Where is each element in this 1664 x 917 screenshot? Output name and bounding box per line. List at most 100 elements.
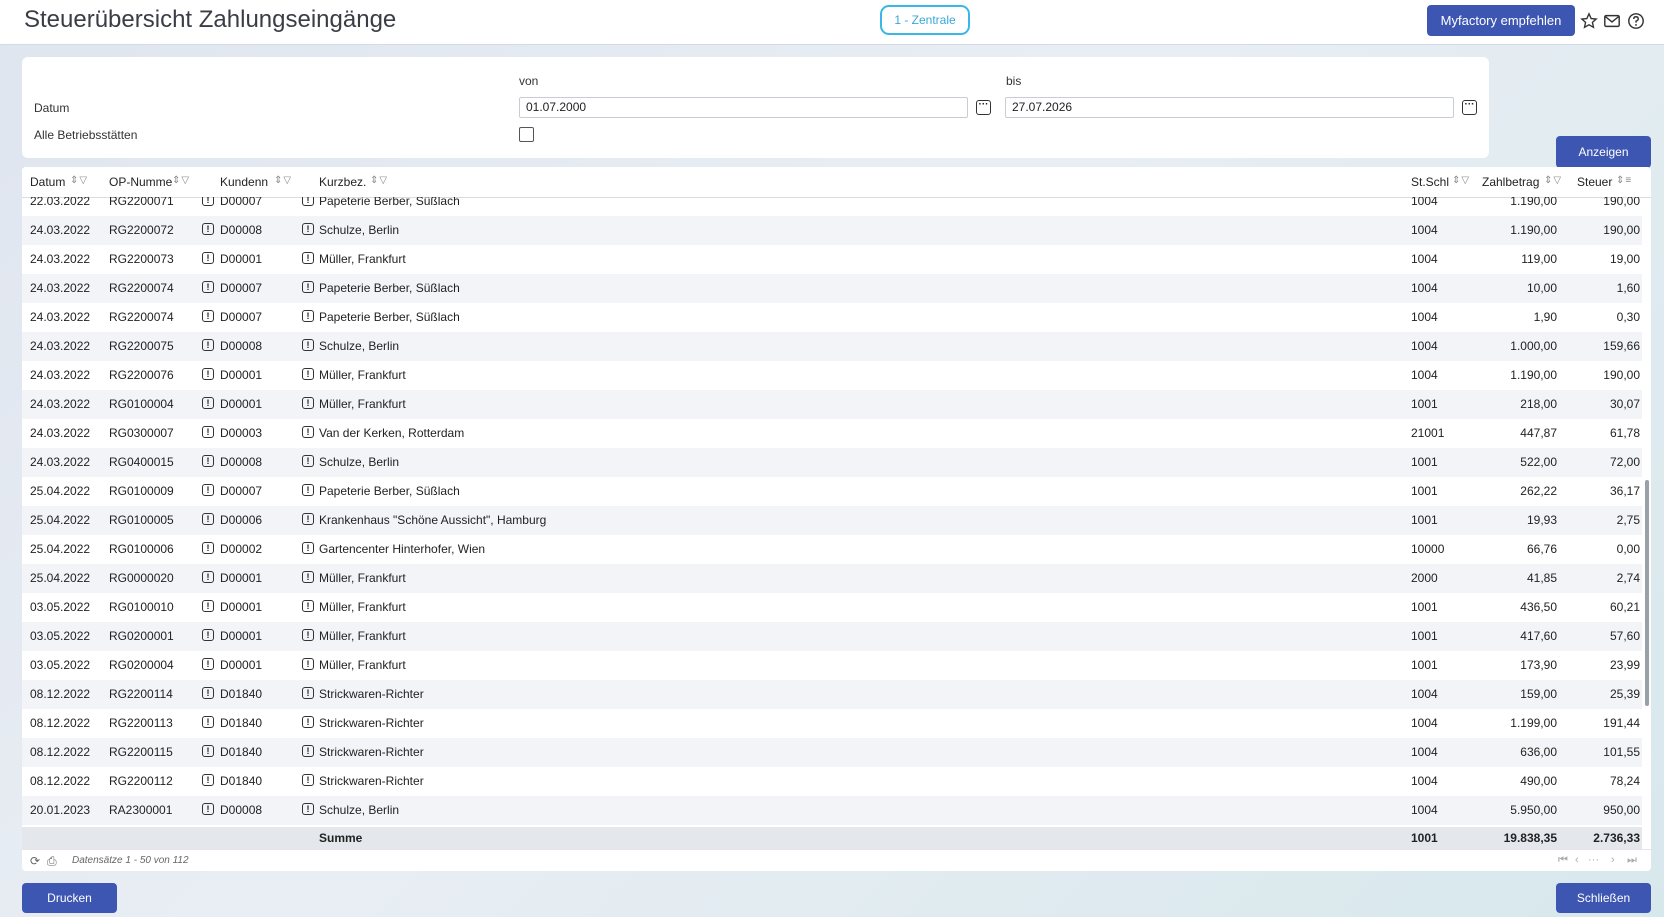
date-from-input[interactable]: 01.07.2000 xyxy=(519,97,968,118)
table-row[interactable]: 03.05.2022 RG0200001! D00001! Müller, Frank… xyxy=(22,622,1642,651)
info-icon[interactable]: ! xyxy=(202,455,214,467)
recommend-button[interactable]: Myfactory empfehlen xyxy=(1427,5,1575,36)
info-icon[interactable]: ! xyxy=(302,513,314,525)
info-icon[interactable]: ! xyxy=(302,542,314,554)
table-row[interactable]: 08.12.2022 RG2200112! D01840! Strickwaren-R… xyxy=(22,767,1642,796)
prev-page-icon[interactable]: ‹ xyxy=(1575,854,1579,866)
table-row[interactable]: 25.04.2022 RG0100009! D00007! Papeterie Ber… xyxy=(22,477,1642,506)
info-icon[interactable]: ! xyxy=(202,368,214,380)
column-header-op-nummer[interactable]: OP-Numme xyxy=(109,175,172,189)
next-page-icon[interactable]: › xyxy=(1611,854,1615,866)
info-icon[interactable]: ! xyxy=(202,774,214,786)
print-button[interactable]: Drucken xyxy=(22,883,117,913)
info-icon[interactable]: ! xyxy=(202,658,214,670)
info-icon[interactable]: ! xyxy=(202,745,214,757)
info-icon[interactable]: ! xyxy=(202,484,214,496)
close-button[interactable]: Schließen xyxy=(1556,883,1651,913)
table-row[interactable]: 24.03.2022 RG2200074! D00007! Papeterie Ber… xyxy=(22,303,1642,332)
sort-filter-icon[interactable]: ⇕▽ xyxy=(1452,175,1470,186)
info-icon[interactable]: ! xyxy=(202,571,214,583)
branch-selector[interactable]: 1 - Zentrale xyxy=(880,5,970,35)
info-icon[interactable]: ! xyxy=(202,397,214,409)
info-icon[interactable]: ! xyxy=(302,484,314,496)
table-row[interactable]: 24.03.2022 RG2200072! D00008! Schulze, Berl… xyxy=(22,216,1642,245)
table-row[interactable]: 24.03.2022 RG2200073! D00001! Müller, Frank… xyxy=(22,245,1642,274)
info-icon[interactable]: ! xyxy=(302,745,314,757)
table-row[interactable]: 24.03.2022 RG0300007! D00003! Van der Kerke… xyxy=(22,419,1642,448)
help-icon[interactable] xyxy=(1627,12,1645,30)
info-icon[interactable]: ! xyxy=(202,629,214,641)
info-icon[interactable]: ! xyxy=(202,252,214,264)
info-icon[interactable]: ! xyxy=(302,426,314,438)
info-icon[interactable]: ! xyxy=(302,600,314,612)
alle-betriebsstaetten-checkbox[interactable] xyxy=(519,127,534,142)
table-row[interactable]: 03.05.2022 RG0100010! D00001! Müller, Frank… xyxy=(22,593,1642,622)
info-icon[interactable]: ! xyxy=(302,397,314,409)
page-dots-icon[interactable]: ··· xyxy=(1588,854,1599,866)
info-icon[interactable]: ! xyxy=(202,803,214,815)
info-icon[interactable]: ! xyxy=(302,455,314,467)
info-icon[interactable]: ! xyxy=(202,197,214,206)
column-header-kurzbez[interactable]: Kurzbez. xyxy=(319,175,366,189)
info-icon[interactable]: ! xyxy=(302,774,314,786)
sort-filter-icon[interactable]: ⇕▽ xyxy=(70,175,88,186)
info-icon[interactable]: ! xyxy=(302,252,314,264)
table-row[interactable]: 25.04.2022 RG0000020! D00001! Müller, Frank… xyxy=(22,564,1642,593)
date-from-picker-button[interactable]: ··· xyxy=(976,100,991,115)
table-row[interactable]: 20.01.2023 RA2300001! D00008! Schulze, Berl… xyxy=(22,796,1642,825)
info-icon[interactable]: ! xyxy=(202,687,214,699)
info-icon[interactable]: ! xyxy=(302,716,314,728)
column-header-stschl[interactable]: St.Schl xyxy=(1411,175,1449,189)
first-page-icon[interactable]: ⏮ xyxy=(1558,854,1568,867)
info-icon[interactable]: ! xyxy=(302,629,314,641)
last-page-icon[interactable]: ⏭ xyxy=(1627,854,1637,867)
info-icon[interactable]: ! xyxy=(202,542,214,554)
table-row[interactable]: 25.04.2022 RG0100006! D00002! Gartencenter … xyxy=(22,535,1642,564)
date-to-input[interactable]: 27.07.2026 xyxy=(1005,97,1454,118)
info-icon[interactable]: ! xyxy=(302,197,314,206)
sort-filter-icon[interactable]: ⇕▽ xyxy=(274,175,292,186)
sort-filter-icon[interactable]: ⇕▽ xyxy=(172,175,190,186)
info-icon[interactable]: ! xyxy=(302,339,314,351)
column-header-zahlbetrag[interactable]: Zahlbetrag xyxy=(1482,175,1539,189)
info-icon[interactable]: ! xyxy=(302,281,314,293)
column-header-datum[interactable]: Datum xyxy=(30,175,65,189)
sort-filter-icon[interactable]: ⇕▽ xyxy=(370,175,388,186)
info-icon[interactable]: ! xyxy=(302,310,314,322)
column-header-kundennummer[interactable]: Kundenn xyxy=(220,175,272,189)
vertical-scrollbar[interactable] xyxy=(1645,480,1649,706)
table-row[interactable]: 03.05.2022 RG0200004! D00001! Müller, Frank… xyxy=(22,651,1642,680)
table-row[interactable]: 08.12.2022 RG2200114! D01840! Strickwaren-R… xyxy=(22,680,1642,709)
info-icon[interactable]: ! xyxy=(202,513,214,525)
table-row[interactable]: 24.03.2022 RG2200076! D00001! Müller, Frank… xyxy=(22,361,1642,390)
info-icon[interactable]: ! xyxy=(202,426,214,438)
info-icon[interactable]: ! xyxy=(302,368,314,380)
table-row[interactable]: 22.03.2022 RG2200071! D00007! Papeterie Ber… xyxy=(22,197,1642,216)
table-row[interactable]: 24.03.2022 RG2200075! D00008! Schulze, Berl… xyxy=(22,332,1642,361)
info-icon[interactable]: ! xyxy=(302,803,314,815)
column-header-steuer[interactable]: Steuer xyxy=(1577,175,1612,189)
info-icon[interactable]: ! xyxy=(302,223,314,235)
info-icon[interactable]: ! xyxy=(202,310,214,322)
table-row[interactable]: 24.03.2022 RG0400015! D00008! Schulze, Berl… xyxy=(22,448,1642,477)
table-row[interactable]: 25.04.2022 RG0100005! D00006! Krankenhaus "… xyxy=(22,506,1642,535)
mail-icon[interactable] xyxy=(1603,12,1621,30)
info-icon[interactable]: ! xyxy=(202,281,214,293)
info-icon[interactable]: ! xyxy=(202,223,214,235)
column-menu-icon[interactable]: ⇕≡ xyxy=(1616,175,1632,186)
show-button[interactable]: Anzeigen xyxy=(1556,136,1651,168)
info-icon[interactable]: ! xyxy=(202,339,214,351)
refresh-icon[interactable]: ⟳ xyxy=(30,854,40,868)
info-icon[interactable]: ! xyxy=(202,600,214,612)
table-row[interactable]: 24.03.2022 RG2200074! D00007! Papeterie Ber… xyxy=(22,274,1642,303)
table-row[interactable]: 08.12.2022 RG2200113! D01840! Strickwaren-R… xyxy=(22,709,1642,738)
info-icon[interactable]: ! xyxy=(302,687,314,699)
star-icon[interactable] xyxy=(1580,12,1598,30)
print-icon[interactable]: ⎙ xyxy=(47,854,57,869)
table-row[interactable]: 24.03.2022 RG0100004! D00001! Müller, Frank… xyxy=(22,390,1642,419)
info-icon[interactable]: ! xyxy=(302,658,314,670)
sort-filter-icon[interactable]: ⇕▽ xyxy=(1544,175,1562,186)
date-to-picker-button[interactable]: ··· xyxy=(1462,100,1477,115)
info-icon[interactable]: ! xyxy=(202,716,214,728)
info-icon[interactable]: ! xyxy=(302,571,314,583)
